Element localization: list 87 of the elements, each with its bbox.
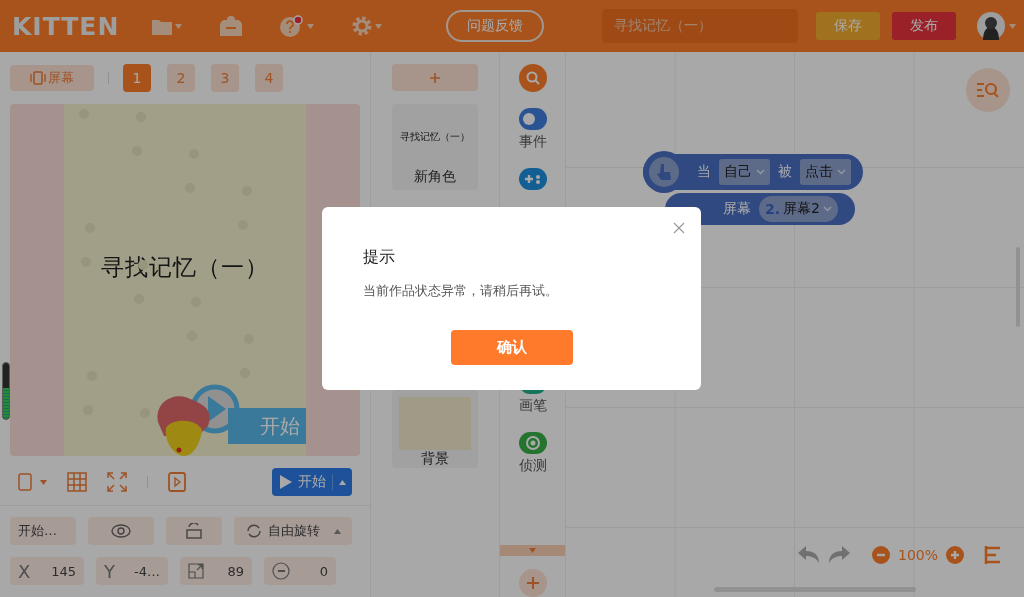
search-button[interactable]	[518, 64, 547, 92]
play-icon	[280, 475, 292, 489]
fullscreen-icon[interactable]	[107, 472, 127, 492]
caret-icon	[529, 548, 536, 553]
category-item[interactable]	[518, 168, 547, 192]
background-card[interactable]: 背景	[392, 390, 478, 468]
category-label: 事件	[518, 133, 547, 151]
redo-icon[interactable]	[827, 546, 850, 564]
undo-icon[interactable]	[797, 546, 820, 564]
category-item[interactable]: 事件	[518, 108, 547, 168]
grid-icon[interactable]	[67, 472, 87, 492]
caret-icon[interactable]	[175, 23, 182, 29]
block-text: 当	[697, 163, 711, 181]
event-block[interactable]: 当 自己 被 点击	[643, 154, 863, 190]
zoom-in-icon[interactable]	[946, 546, 964, 564]
category-label: 画笔	[518, 397, 547, 415]
gamepad-icon	[518, 168, 547, 190]
plus-icon	[430, 72, 440, 83]
block-search-button[interactable]	[966, 68, 1010, 112]
project-name-field[interactable]: 寻找记忆（一）	[602, 9, 798, 43]
zoom-level: 100%	[897, 547, 938, 563]
caret-icon[interactable]	[339, 479, 346, 485]
caret-icon[interactable]	[375, 23, 382, 29]
direction-icon	[272, 562, 290, 580]
align-blocks-icon[interactable]	[984, 546, 1002, 564]
y-position-field[interactable]: Y -4…	[96, 557, 168, 585]
screen-tab[interactable]: 2	[167, 64, 195, 92]
x-position-field[interactable]: X 145	[10, 557, 84, 585]
save-button[interactable]: 保存	[816, 12, 880, 40]
sprite-thumbnail-text: 寻找记忆（一）	[400, 130, 470, 144]
sprite-card[interactable]: 寻找记忆（一） 新角色	[392, 104, 478, 190]
lock-toggle[interactable]	[166, 517, 222, 545]
avatar[interactable]	[977, 12, 1005, 40]
close-icon[interactable]	[673, 222, 685, 234]
start-badge[interactable]: 开始	[228, 408, 306, 444]
search-icon	[525, 71, 540, 85]
background-name: 背景	[421, 450, 449, 468]
eye-icon	[111, 524, 131, 538]
caret-icon[interactable]	[307, 23, 314, 29]
chevron-down-icon	[756, 169, 765, 175]
plus-icon	[526, 577, 539, 589]
screen-button[interactable]: 屏幕	[10, 65, 94, 91]
dialog-title: 提示	[363, 247, 396, 268]
sprite-name: 新角色	[414, 168, 456, 186]
direction-field[interactable]: 0	[264, 557, 336, 585]
rotate-icon	[245, 523, 262, 539]
publish-button[interactable]: 发布	[892, 12, 956, 40]
category-label: 侦测	[518, 457, 547, 475]
app-logo: KITTEN	[12, 11, 121, 41]
zoom-out-icon[interactable]	[871, 546, 890, 564]
block-text: 屏幕	[723, 200, 751, 218]
start-button[interactable]: 开始	[272, 468, 352, 496]
caret-icon[interactable]	[40, 479, 47, 485]
caret-icon	[333, 528, 341, 534]
block-text: 被	[778, 163, 792, 181]
target-icon	[518, 432, 547, 454]
unlock-icon	[186, 523, 202, 539]
category-item[interactable]: 侦测	[518, 432, 547, 492]
background-thumbnail	[399, 397, 471, 450]
tablet-play-icon[interactable]	[168, 472, 186, 492]
toggle-icon	[518, 108, 547, 130]
target-dropdown[interactable]: 自己	[719, 159, 770, 185]
chevron-down-icon	[823, 206, 832, 212]
dialog-message: 当前作品状态异常，请稍后再试。	[363, 282, 559, 300]
phone-frame-icon[interactable]	[18, 473, 32, 491]
phone-vibrate-icon	[30, 71, 46, 85]
chevron-down-icon	[837, 169, 846, 175]
scroll-down-button[interactable]	[500, 545, 565, 556]
confirm-button[interactable]: 确认	[451, 330, 573, 365]
backpack-icon[interactable]	[220, 16, 242, 36]
sprite-name-field[interactable]: 开始…	[10, 517, 76, 545]
list-search-icon	[977, 82, 999, 98]
folder-icon[interactable]	[152, 17, 172, 35]
caret-icon[interactable]	[1009, 23, 1016, 29]
feedback-button[interactable]: 问题反馈	[446, 10, 544, 42]
resize-icon	[188, 563, 204, 579]
visibility-toggle[interactable]	[88, 517, 154, 545]
rotation-dropdown[interactable]: 自由旋转	[234, 517, 352, 545]
size-field[interactable]: 89	[180, 557, 252, 585]
screen-tab[interactable]: 1	[123, 64, 151, 92]
event-dropdown[interactable]: 点击	[800, 159, 851, 185]
screen-tab[interactable]: 4	[255, 64, 283, 92]
screen-tab[interactable]: 3	[211, 64, 239, 92]
hand-pointer-icon	[649, 157, 679, 187]
help-icon[interactable]	[280, 15, 304, 37]
add-extension-button[interactable]	[518, 569, 547, 597]
settings-icon[interactable]	[352, 16, 372, 36]
